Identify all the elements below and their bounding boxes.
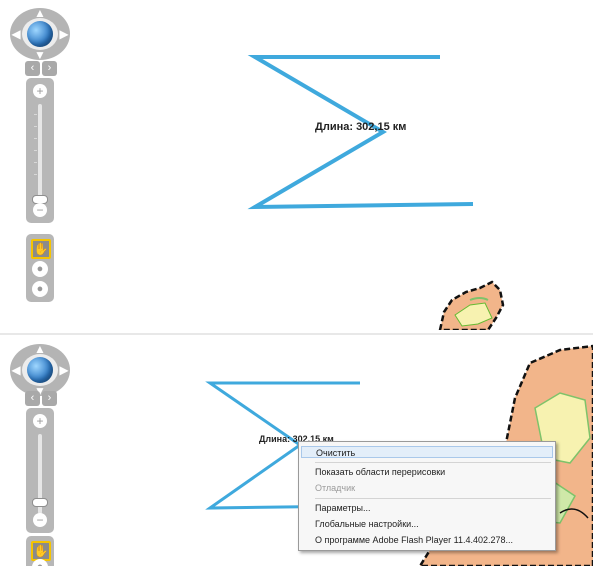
zoom-handle[interactable]: [32, 498, 48, 507]
menu-item-show-redraw-regions[interactable]: Показать области перерисовки: [315, 466, 551, 478]
rotate-buttons: ‹ ›: [25, 391, 57, 406]
zoom-tick: [34, 150, 37, 151]
rotate-buttons: ‹ ›: [25, 61, 57, 76]
pan-down-icon[interactable]: ▼: [33, 48, 47, 62]
menu-separator: [315, 498, 551, 499]
measure-length-label: Длина: 302,15 км: [315, 121, 407, 133]
pan-up-icon[interactable]: ▲: [33, 342, 47, 356]
zoom-tick: [34, 162, 37, 163]
zoom-tick: [34, 126, 37, 127]
menu-item-settings[interactable]: Параметры...: [315, 502, 551, 514]
menu-separator: [315, 462, 551, 463]
tool-bar: ✋ ●: [26, 536, 54, 566]
hand-icon[interactable]: ✋: [31, 541, 51, 561]
hand-icon[interactable]: ✋: [31, 239, 51, 259]
pan-up-icon[interactable]: ▲: [33, 6, 47, 20]
context-menu: Очистить Показать области перерисовки От…: [298, 441, 556, 551]
map-region: [438, 280, 505, 330]
zoom-in-icon[interactable]: +: [33, 414, 47, 428]
menu-item-debugger: Отладчик: [315, 483, 356, 493]
rotate-right-icon[interactable]: ›: [42, 391, 57, 406]
pan-right-icon[interactable]: ▶: [57, 27, 71, 41]
menu-item-clear[interactable]: Очистить: [301, 446, 553, 458]
menu-item-global-settings[interactable]: Глобальные настройки...: [315, 518, 551, 530]
rotate-left-icon[interactable]: ‹: [25, 61, 40, 76]
circle-tool-icon[interactable]: ●: [32, 281, 48, 297]
rotate-right-icon[interactable]: ›: [42, 61, 57, 76]
circle-tool-icon[interactable]: ●: [32, 261, 48, 277]
map-panel-top[interactable]: Длина: 302,15 км ▲ ▼ ◀ ▶ ‹ › + − ✋ ● ●: [0, 0, 593, 330]
globe-icon[interactable]: [27, 21, 53, 47]
zoom-slider: + −: [26, 408, 54, 533]
globe-icon[interactable]: [27, 357, 53, 383]
rotate-left-icon[interactable]: ‹: [25, 391, 40, 406]
zoom-in-icon[interactable]: +: [33, 84, 47, 98]
zoom-tick: [34, 174, 37, 175]
tool-bar: ✋ ● ●: [26, 234, 54, 302]
zoom-out-icon[interactable]: −: [33, 513, 47, 527]
pan-left-icon[interactable]: ◀: [9, 363, 23, 377]
pan-left-icon[interactable]: ◀: [9, 27, 23, 41]
zoom-track[interactable]: [38, 104, 42, 202]
zoom-tick: [34, 114, 37, 115]
zoom-tick: [34, 138, 37, 139]
zoom-slider: + −: [26, 78, 54, 223]
map-canvas[interactable]: [0, 0, 593, 330]
menu-item-about-flash[interactable]: О программе Adobe Flash Player 11.4.402.…: [315, 534, 551, 546]
zoom-out-icon[interactable]: −: [33, 203, 47, 217]
pan-right-icon[interactable]: ▶: [57, 363, 71, 377]
panel-divider: [0, 333, 593, 335]
